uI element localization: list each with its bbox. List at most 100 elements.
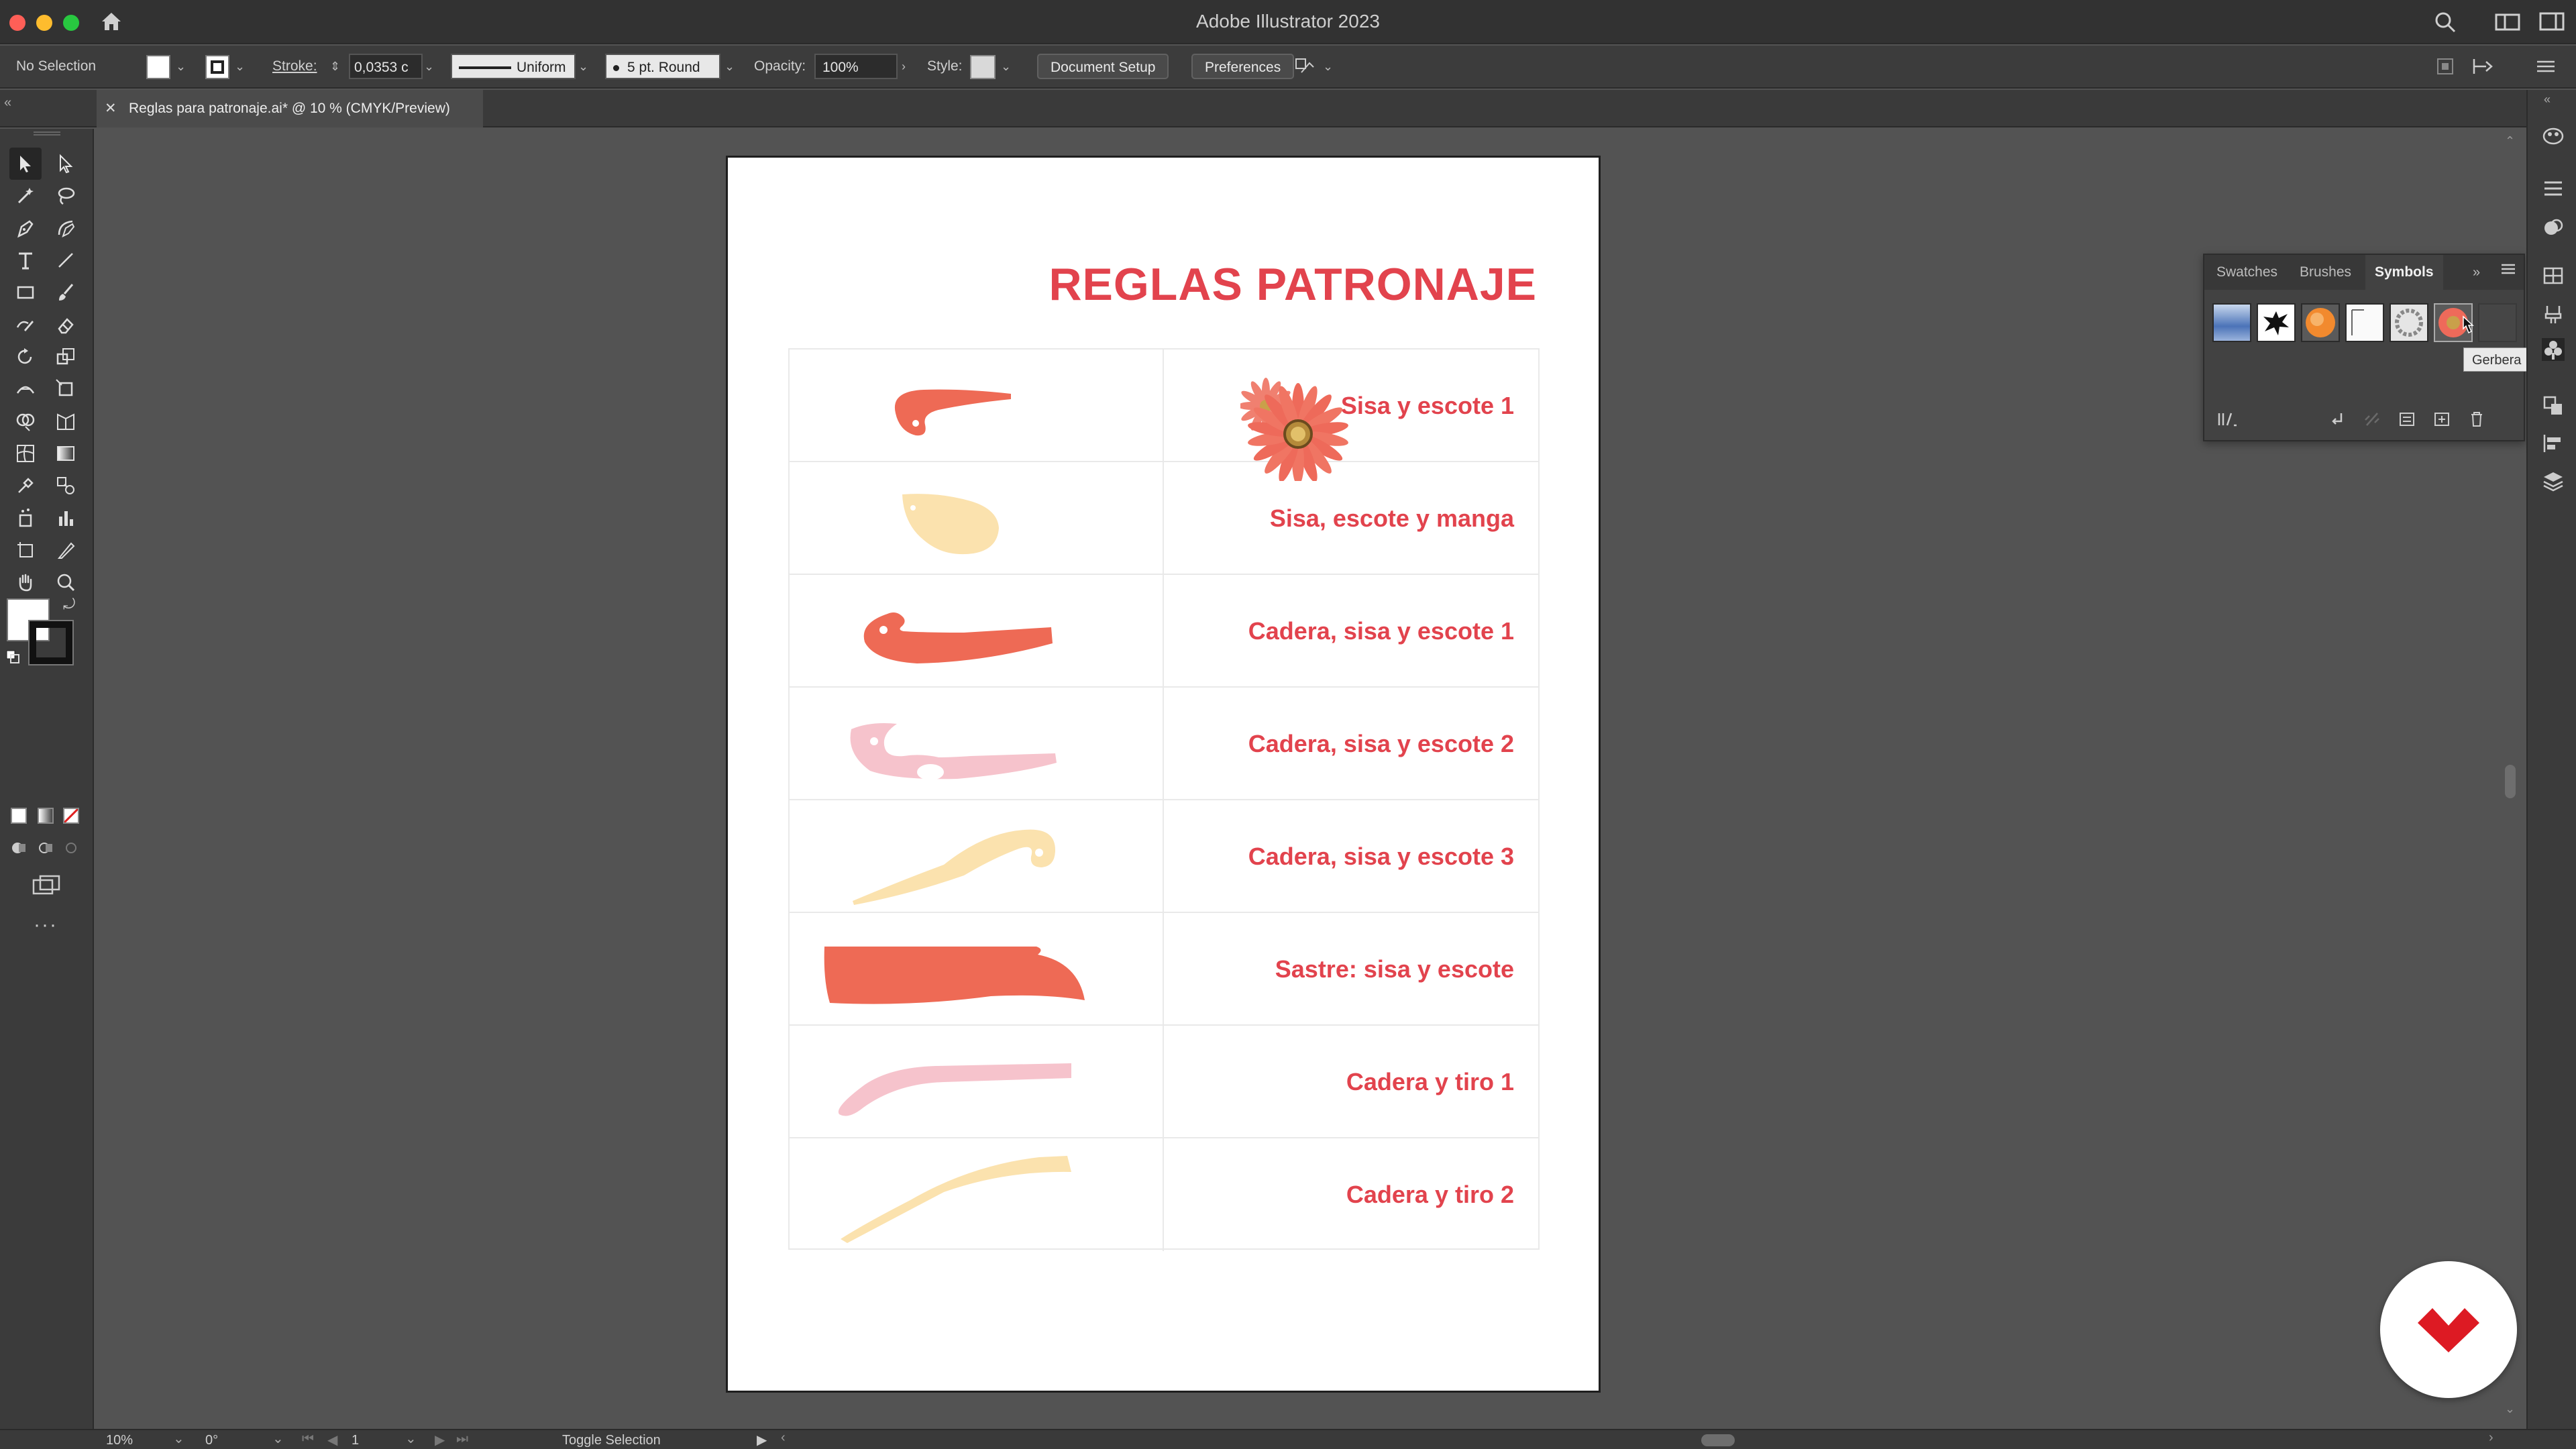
align-options-icon[interactable] xyxy=(2435,56,2455,82)
ruler-shape-4[interactable] xyxy=(790,688,1164,800)
width-tool[interactable] xyxy=(9,373,42,405)
symbol-orange-ball[interactable] xyxy=(2301,303,2340,342)
mesh-tool[interactable] xyxy=(9,437,42,470)
symbol-options-icon[interactable] xyxy=(2398,411,2416,431)
scroll-up-icon[interactable]: ⌃ xyxy=(2505,134,2515,148)
stroke-stepper-icon[interactable]: ⇕ xyxy=(330,54,340,79)
close-tab-icon[interactable]: ✕ xyxy=(105,90,117,127)
workspace-switcher-icon[interactable] xyxy=(2494,9,2521,37)
artboard-dropdown-icon[interactable]: ⌄ xyxy=(405,1430,417,1447)
pathfinder-panel-icon[interactable] xyxy=(2542,394,2565,417)
direct-selection-tool[interactable] xyxy=(50,148,82,180)
edit-toolbar-icon[interactable]: ··· xyxy=(34,914,58,936)
ruler-shape-8[interactable] xyxy=(790,1138,1164,1251)
gerbera-symbol-instance[interactable] xyxy=(1240,376,1361,481)
paintbrush-tool[interactable] xyxy=(50,276,82,309)
symbols-panel-icon[interactable] xyxy=(2542,338,2565,361)
more-options-icon[interactable] xyxy=(2534,56,2557,82)
expand-panels-icon[interactable]: « xyxy=(2544,93,2551,107)
tab-swatches[interactable]: Swatches xyxy=(2216,255,2277,290)
next-artboard-icon[interactable]: ▶ xyxy=(435,1432,445,1448)
graphic-style-swatch[interactable] xyxy=(970,55,996,79)
delete-symbol-icon[interactable] xyxy=(2467,411,2486,431)
shape-builder-tool[interactable] xyxy=(9,405,42,437)
ruler-shape-3[interactable] xyxy=(790,575,1164,688)
line-segment-tool[interactable] xyxy=(50,244,82,276)
place-symbol-instance-icon[interactable] xyxy=(2328,411,2347,431)
vertical-scroll-thumb[interactable] xyxy=(2505,765,2516,798)
screen-mode-icon[interactable] xyxy=(31,873,63,898)
preferences-button[interactable]: Preferences xyxy=(1191,54,1295,79)
rotate-tool[interactable] xyxy=(9,341,42,373)
layers-panel-icon[interactable] xyxy=(2542,470,2565,492)
toolbar-grip[interactable] xyxy=(34,131,60,136)
new-symbol-icon[interactable] xyxy=(2432,411,2451,431)
previous-artboard-icon[interactable]: ◀ xyxy=(327,1432,337,1448)
gradient-tool[interactable] xyxy=(50,437,82,470)
none-mode-button[interactable] xyxy=(63,808,79,824)
align-panel-icon[interactable] xyxy=(2542,432,2565,455)
pen-tool[interactable] xyxy=(9,212,42,244)
draw-normal-icon[interactable] xyxy=(11,840,27,856)
artboard[interactable]: REGLAS PATRONAJE Sisa y escote 1 Sisa, e… xyxy=(726,156,1601,1393)
draw-behind-icon[interactable] xyxy=(38,840,54,856)
ruler-shape-6[interactable] xyxy=(790,913,1164,1026)
stroke-color-swatch[interactable] xyxy=(205,55,229,79)
scroll-right-icon[interactable]: › xyxy=(2489,1430,2493,1446)
symbol-white-frame[interactable] xyxy=(2345,303,2384,342)
slice-tool[interactable] xyxy=(50,534,82,566)
status-menu-icon[interactable]: ▶ xyxy=(757,1432,767,1448)
artboard-tool[interactable] xyxy=(9,534,42,566)
stroke-weight-dropdown-icon[interactable]: ⌄ xyxy=(424,54,434,79)
brush-dropdown-icon[interactable]: ⌄ xyxy=(724,54,735,79)
artboard-number-field[interactable]: 1 xyxy=(352,1433,392,1448)
zoom-tool[interactable] xyxy=(50,566,82,598)
symbol-splatter[interactable] xyxy=(2257,303,2296,342)
fill-dropdown-icon[interactable]: ⌄ xyxy=(176,54,186,79)
collapse-toolbar-icon[interactable]: « xyxy=(4,95,11,111)
color-mode-button[interactable] xyxy=(11,808,27,824)
opacity-input[interactable]: 100% xyxy=(814,54,898,79)
arrange-dropdown-icon[interactable]: ⌄ xyxy=(1323,54,1333,79)
column-graph-tool[interactable] xyxy=(50,502,82,534)
shaper-tool[interactable] xyxy=(9,309,42,341)
eraser-tool[interactable] xyxy=(50,309,82,341)
stroke-profile-dropdown-icon[interactable]: ⌄ xyxy=(578,54,588,79)
brushes-panel-icon[interactable] xyxy=(2542,303,2565,326)
stroke-color-box[interactable] xyxy=(28,620,74,665)
ruler-shape-5[interactable] xyxy=(790,800,1164,913)
free-transform-tool[interactable] xyxy=(50,373,82,405)
tab-symbols[interactable]: Symbols xyxy=(2365,255,2443,290)
panels-icon[interactable] xyxy=(2538,9,2565,37)
stroke-profile-select[interactable]: Uniform xyxy=(451,54,576,79)
last-artboard-icon[interactable]: ⏭ xyxy=(456,1432,468,1447)
type-tool[interactable] xyxy=(9,244,42,276)
appearance-panel-icon[interactable] xyxy=(2542,216,2565,239)
lasso-tool[interactable] xyxy=(50,180,82,212)
search-icon[interactable] xyxy=(2432,9,2458,38)
tab-brushes[interactable]: Brushes xyxy=(2300,255,2351,290)
swap-fill-stroke-icon[interactable]: ⤾ xyxy=(63,596,75,613)
ruler-shape-7[interactable] xyxy=(790,1026,1164,1138)
style-dropdown-icon[interactable]: ⌄ xyxy=(1001,54,1011,79)
magic-wand-tool[interactable] xyxy=(9,180,42,212)
perspective-grid-tool[interactable] xyxy=(50,405,82,437)
vertical-scrollbar[interactable]: ⌃ ⌄ xyxy=(2497,134,2524,1425)
hand-tool[interactable] xyxy=(9,566,42,598)
default-fill-stroke-icon[interactable] xyxy=(5,649,20,664)
brush-definition-select[interactable]: 5 pt. Round xyxy=(605,54,720,79)
rectangle-tool[interactable] xyxy=(9,276,42,309)
properties-panel-icon[interactable] xyxy=(2542,177,2565,200)
gradient-mode-button[interactable] xyxy=(38,808,54,824)
first-artboard-icon[interactable]: ⏮ xyxy=(302,1432,314,1447)
zoom-dropdown-icon[interactable]: ⌄ xyxy=(173,1430,184,1447)
ruler-shape-1[interactable] xyxy=(790,350,1164,462)
fill-color-swatch[interactable] xyxy=(146,55,170,79)
blend-tool[interactable] xyxy=(50,470,82,502)
arrange-documents-icon[interactable] xyxy=(1293,56,1320,82)
zoom-level-field[interactable]: 10% xyxy=(106,1433,180,1448)
opacity-flyout-icon[interactable]: › xyxy=(902,54,906,79)
transform-options-icon[interactable] xyxy=(2471,56,2498,82)
draw-inside-icon[interactable] xyxy=(63,840,79,856)
symbol-sprayer-tool[interactable] xyxy=(9,502,42,534)
